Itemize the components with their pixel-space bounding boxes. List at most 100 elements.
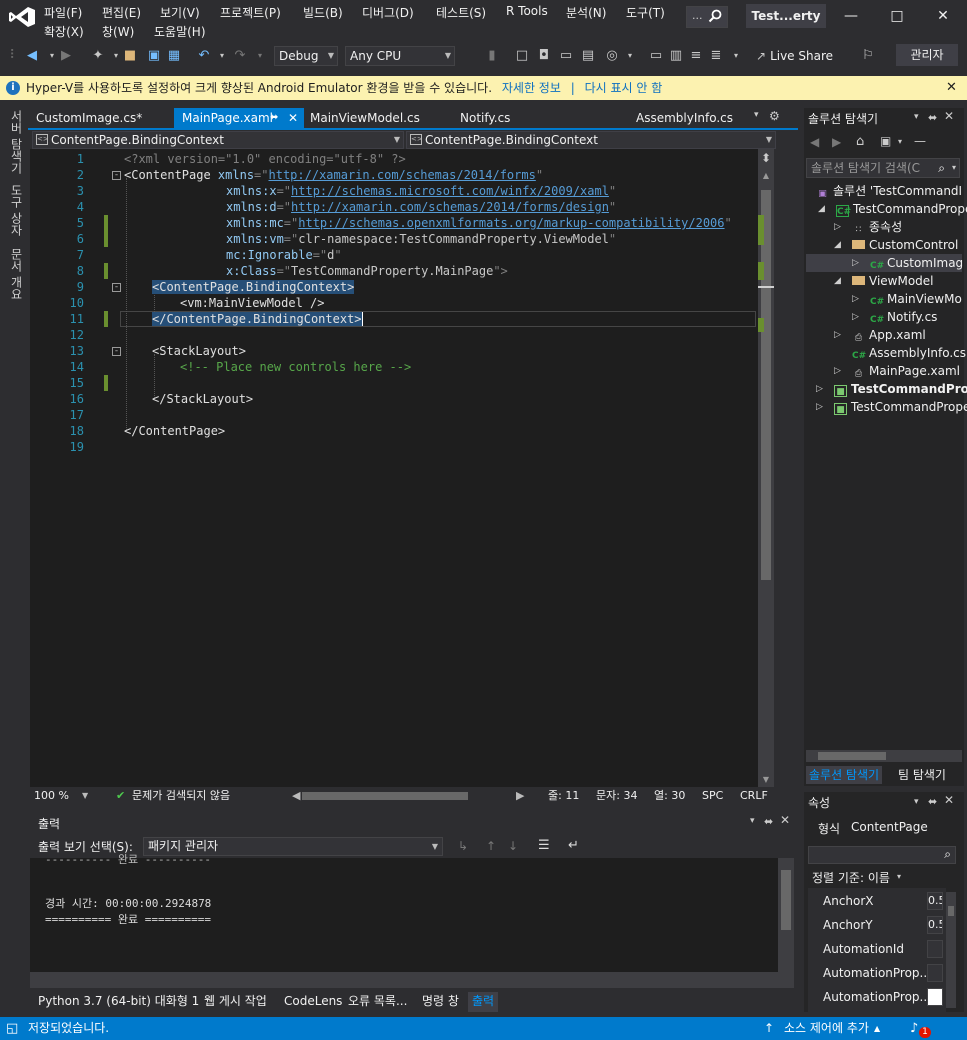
save-icon[interactable]: ▣ bbox=[146, 48, 162, 64]
close-icon[interactable]: ✕ bbox=[944, 109, 954, 123]
chevron-down-icon[interactable]: ▾ bbox=[897, 872, 901, 881]
expand-icon[interactable]: ▷ bbox=[816, 398, 823, 416]
menu-r-tools[interactable]: R Tools bbox=[506, 4, 548, 18]
panel-menu-icon[interactable]: ▾ bbox=[750, 816, 755, 826]
collapse-region-icon[interactable]: - bbox=[112, 171, 121, 180]
pin-icon[interactable]: ⬌ bbox=[928, 111, 937, 124]
navigate-back-icon[interactable]: ◀ bbox=[24, 48, 40, 64]
menu-edit[interactable]: 편집(E) bbox=[102, 4, 141, 21]
property-value-field[interactable] bbox=[927, 988, 943, 1006]
attr-link[interactable]: http://schemas.openxmlformats.org/markup… bbox=[298, 216, 724, 230]
device-monitor-icon[interactable]: ▭ bbox=[648, 48, 664, 64]
new-project-icon[interactable]: ✦ bbox=[90, 48, 106, 64]
next-message-icon[interactable]: ↓ bbox=[508, 839, 518, 853]
chevron-down-icon[interactable]: ▼ bbox=[82, 787, 88, 805]
info-hide-link[interactable]: 다시 표시 안 함 bbox=[585, 81, 663, 95]
tree-project-ios[interactable]: ■ TestCommandPrope bbox=[834, 398, 967, 416]
solution-explorer-hscroll-thumb[interactable] bbox=[818, 752, 886, 760]
issues-status[interactable]: 문제가 검색되지 않음 bbox=[132, 787, 230, 805]
tree-file-mainviewmodel[interactable]: C# MainViewMo bbox=[870, 290, 962, 308]
menu-test[interactable]: 테스트(S) bbox=[436, 4, 486, 21]
uncomment-icon[interactable]: ≣ bbox=[708, 48, 724, 64]
output-scroll-thumb[interactable] bbox=[781, 870, 791, 930]
menu-extensions[interactable]: 확장(X) bbox=[44, 23, 84, 40]
attr-link[interactable]: http://xamarin.com/schemas/2014/forms/de… bbox=[291, 200, 609, 214]
close-tab-icon[interactable]: ✕ bbox=[288, 108, 298, 128]
scroll-left-icon[interactable]: ◀ bbox=[292, 787, 300, 805]
panel-menu-icon[interactable]: ▾ bbox=[914, 797, 919, 807]
solution-explorer-search[interactable]: 솔루션 탐색기 검색(C ⌕ ▾ bbox=[806, 158, 960, 178]
collapse-icon[interactable]: ◢ bbox=[818, 200, 825, 218]
toolbar-more-icon[interactable]: — bbox=[914, 134, 926, 148]
target-dropdown-icon[interactable]: ▾ bbox=[622, 48, 638, 64]
close-icon[interactable]: ✕ bbox=[780, 813, 790, 827]
tab-team-explorer[interactable]: 팀 탐색기 bbox=[898, 766, 946, 784]
solution-config-select[interactable]: Debug ▼ bbox=[274, 46, 338, 66]
tab-command-window[interactable]: 명령 창 bbox=[422, 992, 459, 1012]
menu-debug[interactable]: 디버그(D) bbox=[362, 4, 414, 21]
scroll-up-icon[interactable]: ▲ bbox=[758, 170, 774, 182]
search-icon[interactable] bbox=[708, 9, 722, 23]
home-icon[interactable]: ⌂ bbox=[856, 134, 864, 149]
collapse-region-icon[interactable]: - bbox=[112, 347, 121, 356]
tab-output[interactable]: 출력 bbox=[468, 992, 499, 1012]
property-value-field[interactable] bbox=[927, 940, 943, 958]
open-folder-icon[interactable]: ■ bbox=[122, 48, 138, 64]
platform-select[interactable]: Any CPU ▼ bbox=[345, 46, 455, 66]
terminal-icon[interactable]: ▭ bbox=[558, 48, 574, 64]
maximize-button[interactable]: □ bbox=[874, 4, 920, 28]
toolbox-tab[interactable]: 도구 상자 bbox=[8, 184, 25, 236]
minimize-button[interactable]: — bbox=[828, 4, 874, 28]
camera-icon[interactable]: ◘ bbox=[536, 48, 552, 64]
toolbar-options-icon[interactable]: ▾ bbox=[728, 48, 744, 64]
expand-icon[interactable]: ▷ bbox=[834, 362, 841, 380]
close-infobar-button[interactable]: ✕ bbox=[946, 76, 957, 100]
collapse-icon[interactable]: ◢ bbox=[834, 236, 841, 254]
tree-file-notify[interactable]: C# Notify.cs bbox=[870, 308, 937, 326]
nav-scope-right[interactable]: <> ContentPage.BindingContext ▼ bbox=[406, 131, 776, 149]
android-device-icon[interactable]: ▤ bbox=[580, 48, 596, 64]
split-editor-icon[interactable]: ⬍ bbox=[758, 151, 774, 165]
comment-icon[interactable]: ≡ bbox=[688, 48, 704, 64]
menu-project[interactable]: 프로젝트(P) bbox=[220, 4, 281, 21]
scroll-right-icon[interactable]: ▶ bbox=[516, 787, 524, 805]
properties-search[interactable]: ⌕ bbox=[808, 846, 956, 864]
tree-solution[interactable]: ▣ 솔루션 'TestCommandI bbox=[816, 182, 962, 200]
tree-folder-customcontrol[interactable]: CustomControl bbox=[852, 236, 958, 254]
tab-python-interactive[interactable]: Python 3.7 (64-bit) 대화형 1 bbox=[38, 992, 199, 1012]
tab-mainviewmodel-cs[interactable]: MainViewModel.cs bbox=[302, 108, 452, 128]
clear-all-icon[interactable]: ☰ bbox=[538, 838, 550, 853]
goto-error-icon[interactable]: ↳ bbox=[458, 839, 468, 853]
tab-notify-cs[interactable]: Notify.cs bbox=[452, 108, 562, 128]
tab-assemblyinfo-cs[interactable]: AssemblyInfo.cs bbox=[628, 108, 738, 128]
menu-view[interactable]: 보기(V) bbox=[160, 4, 200, 21]
tab-settings-gear-icon[interactable]: ⚙ bbox=[769, 109, 780, 123]
sort-by-button[interactable]: 정렬 기준: 이름 bbox=[812, 869, 890, 886]
word-wrap-icon[interactable]: ↵ bbox=[568, 838, 579, 853]
expand-icon[interactable]: ▷ bbox=[852, 290, 859, 308]
menu-file[interactable]: 파일(F) bbox=[44, 4, 82, 21]
property-value-field[interactable] bbox=[927, 964, 943, 982]
expand-icon[interactable]: ▷ bbox=[852, 308, 859, 326]
browse-icon[interactable]: □ bbox=[514, 48, 530, 64]
collapse-icon[interactable]: ◢ bbox=[834, 272, 841, 290]
tab-codelens[interactable]: CodeLens bbox=[284, 992, 342, 1012]
collapse-region-icon[interactable]: - bbox=[112, 283, 121, 292]
info-more-link[interactable]: 자세한 정보 bbox=[502, 81, 561, 95]
start-debug-icon[interactable]: ▮ bbox=[484, 48, 500, 64]
nav-scope-left[interactable]: <> ContentPage.BindingContext ▼ bbox=[32, 131, 404, 149]
scroll-down-icon[interactable]: ▼ bbox=[758, 774, 774, 786]
undo-dropdown-icon[interactable]: ▾ bbox=[214, 48, 230, 64]
panel-menu-icon[interactable]: ▾ bbox=[914, 112, 919, 122]
add-to-source-control-button[interactable]: 소스 제어에 추가 bbox=[784, 1017, 869, 1040]
tab-solution-explorer[interactable]: 솔루션 탐색기 bbox=[806, 766, 883, 784]
target-icon[interactable]: ◎ bbox=[604, 48, 620, 64]
navigate-forward-icon[interactable]: ▶ bbox=[58, 48, 74, 64]
tab-customimage-cs[interactable]: CustomImage.cs* bbox=[28, 108, 174, 128]
layout-icon[interactable]: ▥ bbox=[668, 48, 684, 64]
close-window-button[interactable]: ✕ bbox=[920, 4, 966, 28]
expand-icon[interactable]: ▷ bbox=[834, 326, 841, 344]
chevron-down-icon[interactable]: ▾ bbox=[898, 137, 902, 146]
forward-icon[interactable]: ▶ bbox=[832, 135, 841, 149]
tree-file-assemblyinfo[interactable]: C# AssemblyInfo.cs bbox=[852, 344, 966, 362]
